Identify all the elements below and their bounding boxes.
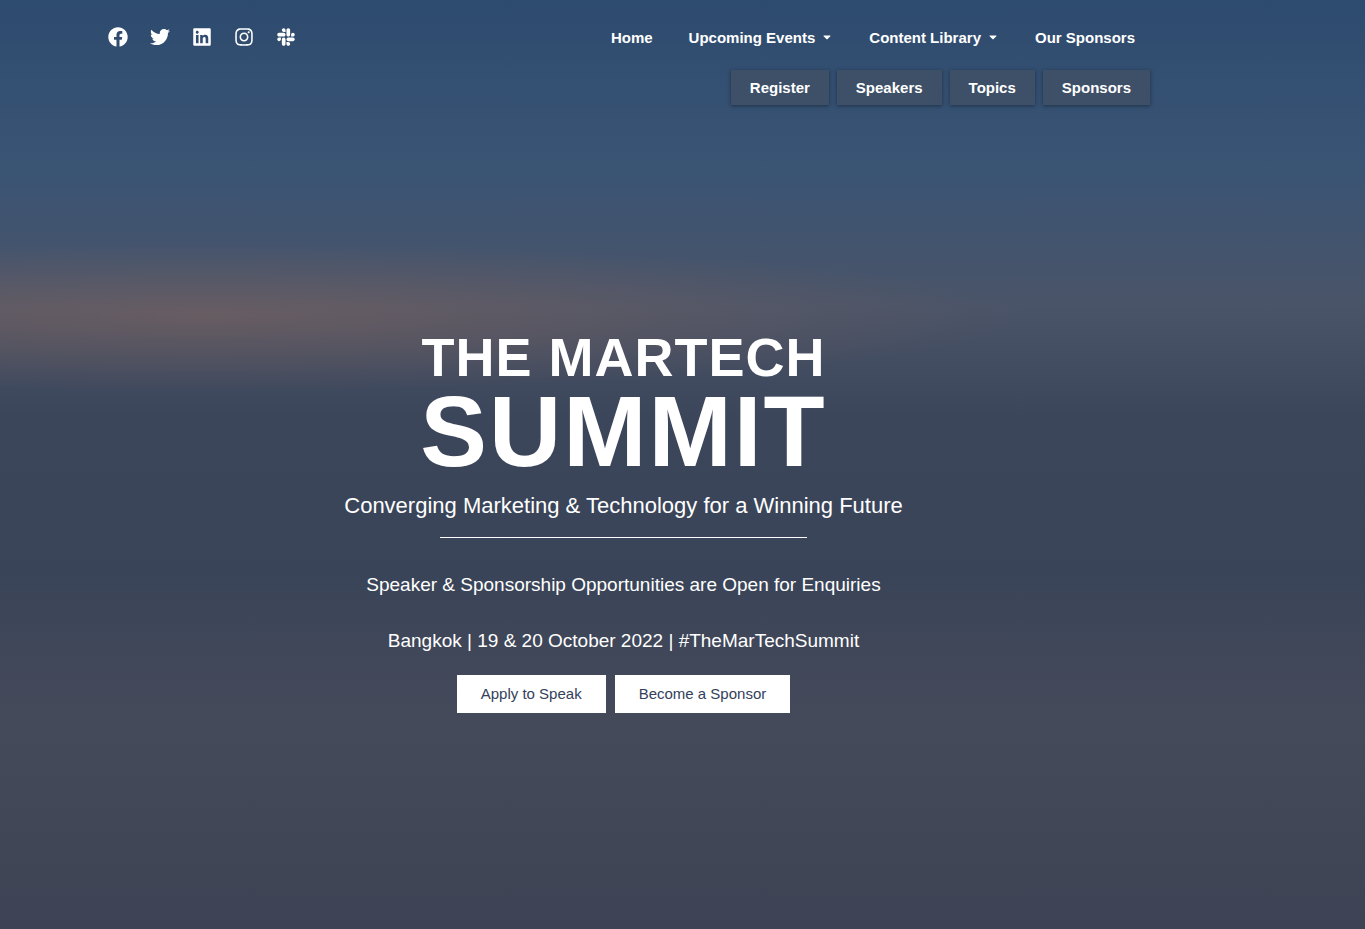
quick-link-button[interactable]: Topics [950, 70, 1035, 105]
quick-link-button[interactable]: Register [731, 70, 829, 105]
divider [440, 537, 807, 538]
menu-item[interactable]: Home [611, 29, 653, 46]
linkedin-icon [192, 27, 212, 47]
notice: Speaker & Sponsorship Opportunities are … [366, 574, 880, 596]
logo-title-large: SUMMIT [420, 384, 826, 479]
logo-title: THE MARTECH [422, 330, 826, 384]
hero-background: Home Upcoming Events Content Library Our Sp… [0, 0, 1365, 929]
twitter-icon [150, 27, 170, 47]
quick-links: RegisterSpeakersTopicsSponsors [0, 52, 1365, 105]
menu-item[interactable]: Our Sponsors [1035, 29, 1135, 46]
hero-button[interactable]: Apply to Speak [457, 675, 606, 713]
quick-link-button[interactable]: Speakers [837, 70, 942, 105]
menu-item[interactable]: Upcoming Events [689, 29, 834, 46]
top-bar: Home Upcoming Events Content Library Our Sp… [0, 0, 1365, 52]
facebook-icon [108, 27, 128, 47]
caret-down-icon [821, 31, 833, 43]
quick-link-button[interactable]: Sponsors [1043, 70, 1150, 105]
hero-button[interactable]: Become a Sponsor [615, 675, 791, 713]
slack-icon [276, 27, 296, 47]
menu-item[interactable]: Content Library [869, 29, 999, 46]
social-links [108, 27, 296, 47]
social-link[interactable] [192, 27, 212, 47]
tagline: Converging Marketing & Technology for a … [344, 493, 902, 519]
social-link[interactable] [150, 27, 170, 47]
social-link[interactable] [234, 27, 254, 47]
main-menu: Home Upcoming Events Content Library Our Sp… [611, 29, 1135, 46]
hero-buttons: Apply to SpeakBecome a Sponsor [457, 675, 790, 713]
event-details: Bangkok | 19 & 20 October 2022 | #TheMar… [388, 630, 859, 652]
caret-down-icon [987, 31, 999, 43]
instagram-icon [234, 27, 254, 47]
social-link[interactable] [276, 27, 296, 47]
social-link[interactable] [108, 27, 128, 47]
hero: THE MARTECHSUMMIT Converging Marketing & … [0, 105, 1365, 713]
